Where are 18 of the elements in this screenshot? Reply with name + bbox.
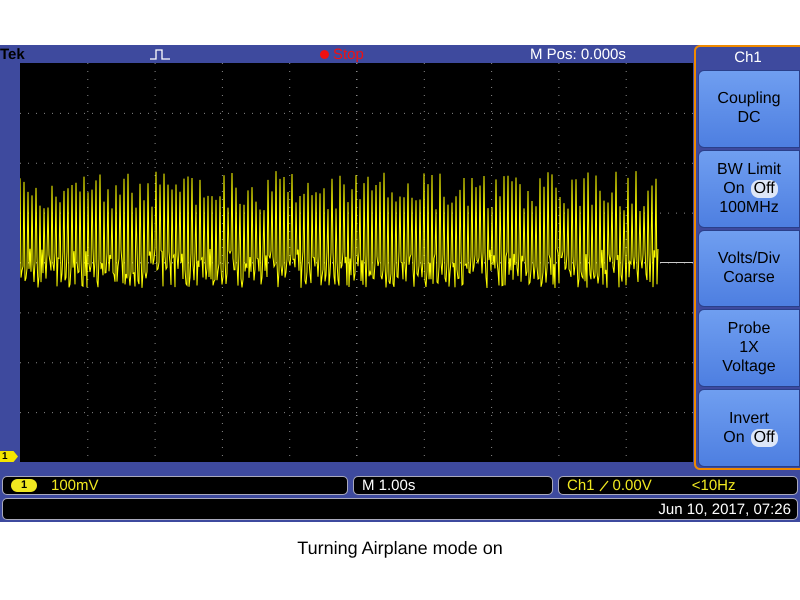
pulse-icon [150, 48, 170, 60]
rising-edge-icon [598, 480, 609, 492]
position-readout: M Pos: 0.000s [530, 46, 626, 62]
caption: Turning Airplane mode on [296, 538, 504, 559]
menu-button[interactable]: Invert On Off [698, 389, 800, 467]
timebase-readout: M 1.00s [353, 476, 553, 495]
menu-title: Ch1 [733, 48, 763, 68]
menu-button[interactable]: BW Limit On Off 100MHz [698, 150, 800, 228]
trigger-readout: Ch1 0.00V <10Hz [558, 476, 798, 495]
channel-marker: 1 [0, 451, 18, 462]
menu-button[interactable]: Probe 1X Voltage [698, 309, 800, 388]
date-time-readout: Jun 10, 2017, 07:26 [2, 498, 798, 520]
run-state: Stop [333, 46, 364, 62]
brand-label: Tek [0, 46, 26, 62]
menu-button[interactable]: Coupling DC [698, 70, 800, 148]
menu-button[interactable]: Volts/Div Coarse [698, 230, 800, 308]
channel-scale-readout: 1 100mV [2, 476, 348, 495]
stop-dot-icon [320, 50, 329, 58]
